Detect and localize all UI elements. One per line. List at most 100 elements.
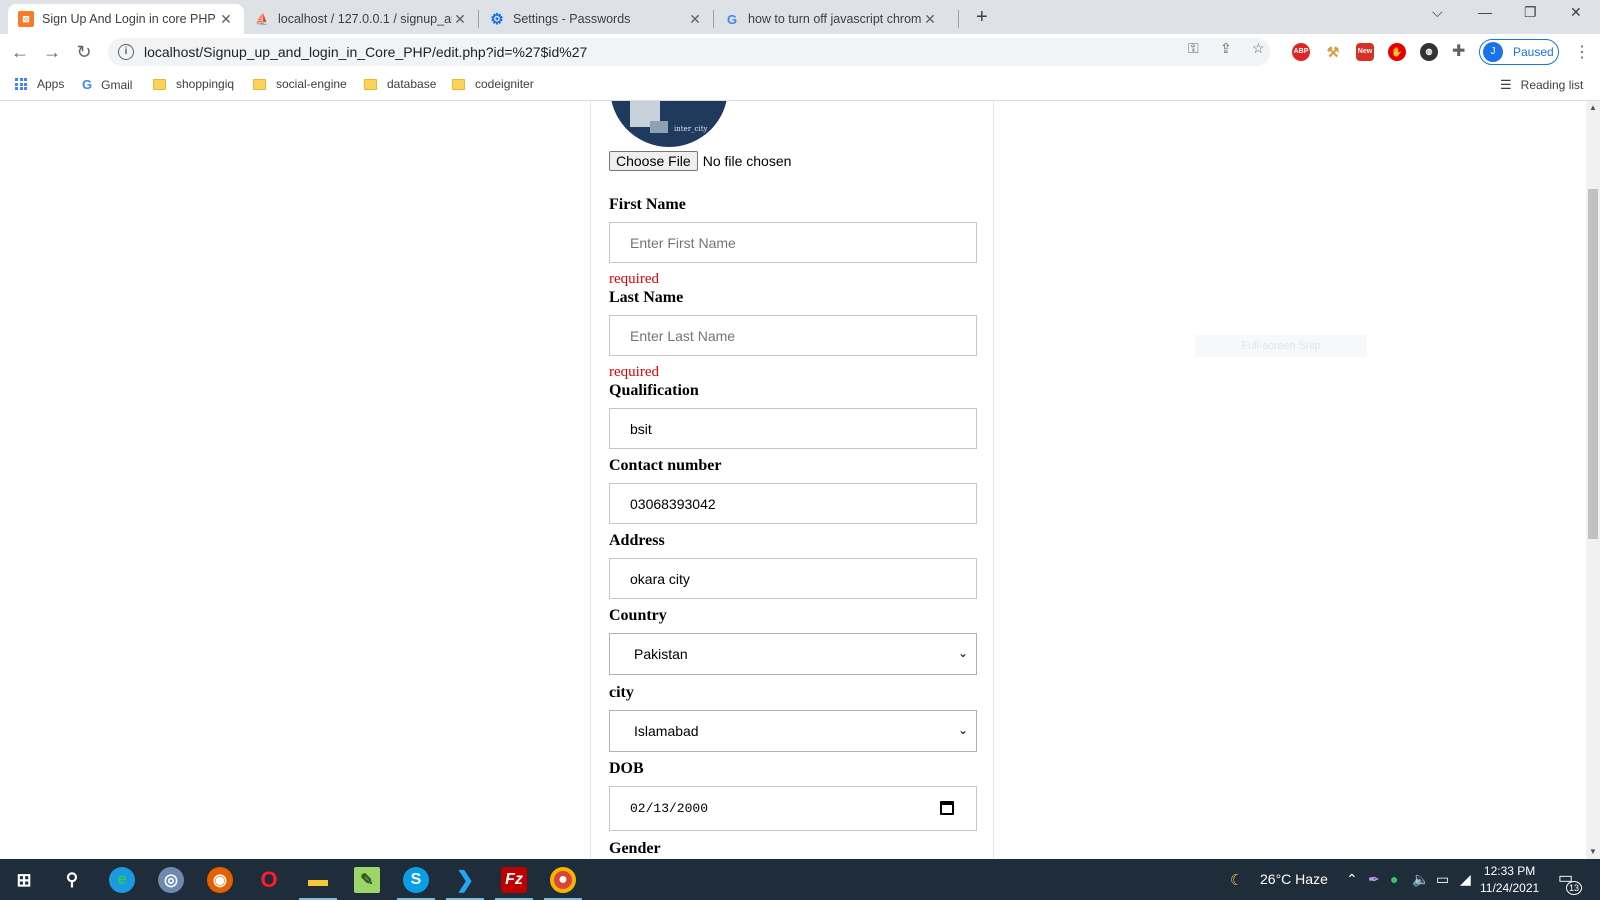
stop-extension-icon[interactable]: ✋ [1388, 43, 1406, 61]
scroll-thumb[interactable] [1588, 189, 1598, 539]
calendar-icon[interactable] [940, 801, 954, 815]
tab-signup-login[interactable]: ⊠ Sign Up And Login in core PHP ✕ [8, 4, 244, 34]
wifi-icon[interactable]: ◢ [1460, 871, 1471, 888]
choose-file-button[interactable]: Choose File [609, 151, 698, 171]
address-label: Address [609, 532, 665, 549]
reading-list-icon: ☰ [1500, 77, 1512, 92]
tab-phpmyadmin[interactable]: ⛵ localhost / 127.0.0.1 / signup_and ✕ [244, 4, 478, 34]
url-text: localhost/Signup_up_and_login_in_Core_PH… [144, 44, 588, 60]
date-text: 11/24/2021 [1480, 881, 1540, 895]
contact-input[interactable]: 03068393042 [609, 483, 977, 524]
chevron-up-icon[interactable]: ⌃ [1346, 871, 1358, 888]
menu-icon[interactable]: ⋮ [1574, 42, 1590, 62]
adblock-plus-icon[interactable]: ABP [1292, 43, 1310, 61]
tab-google-search[interactable]: G how to turn off javascript chrome ✕ [714, 4, 948, 34]
filezilla-icon[interactable]: Fz [501, 867, 527, 893]
new-extension-icon[interactable]: New [1356, 43, 1374, 61]
profile-status: Paused [1513, 45, 1554, 59]
close-icon[interactable]: ✕ [922, 11, 938, 28]
tab-search-icon[interactable]: ⌵ [1432, 4, 1443, 21]
phpmyadmin-icon: ⛵ [255, 13, 269, 26]
globe-icon[interactable]: ◎ [158, 867, 184, 893]
address-bar[interactable]: i localhost/Signup_up_and_login_in_Core_… [108, 38, 1270, 66]
scroll-up-icon[interactable]: ▲ [1589, 103, 1597, 112]
browser-toolbar: ← → ↻ i localhost/Signup_up_and_login_in… [0, 34, 1600, 70]
notification-count: 13 [1566, 881, 1582, 895]
pen-icon[interactable]: ✒ [1368, 871, 1380, 888]
bookmark-codeigniter[interactable]: codeigniter [452, 77, 534, 91]
file-explorer-icon[interactable]: ▬ [305, 867, 331, 893]
info-icon[interactable]: i [118, 44, 134, 60]
notepad-plus-icon[interactable]: ✎ [354, 867, 380, 893]
bookmark-shoppingiq[interactable]: shoppingiq [153, 77, 234, 91]
country-value: Pakistan [634, 646, 688, 662]
last-name-input[interactable]: Enter Last Name [609, 315, 977, 356]
qualification-input[interactable]: bsit [609, 408, 977, 449]
firefox-icon[interactable]: ◉ [207, 867, 233, 893]
bookmark-label: codeigniter [475, 77, 534, 91]
first-name-label: First Name [609, 196, 686, 213]
new-tab-button[interactable]: + [976, 6, 988, 29]
minimize-button[interactable]: — [1478, 4, 1492, 20]
reading-list-button[interactable]: ☰ Reading list [1500, 77, 1583, 93]
snip-overlay: Full-screen Snip [1195, 335, 1367, 357]
skype-icon[interactable]: S [403, 867, 429, 893]
bookmarks-bar: Apps G Gmail shoppingiq social-engine da… [0, 70, 1600, 101]
restore-button[interactable]: ❐ [1524, 4, 1537, 21]
close-icon[interactable]: ✕ [452, 11, 468, 28]
country-select[interactable]: Pakistan ⌄ [609, 633, 977, 675]
contact-label: Contact number [609, 457, 722, 474]
folder-icon [253, 78, 266, 90]
reload-button[interactable]: ↻ [72, 40, 96, 64]
close-icon[interactable]: ✕ [218, 11, 234, 28]
tab-separator [958, 10, 959, 28]
tab-title: localhost / 127.0.0.1 / signup_and [278, 12, 452, 26]
city-label: city [609, 684, 634, 701]
dob-input[interactable]: 02/13/2000 [609, 786, 977, 831]
bookmark-gmail[interactable]: G Gmail [82, 77, 132, 92]
bookmark-database[interactable]: database [364, 77, 436, 91]
puzzle-icon[interactable]: ✚ [1452, 41, 1465, 61]
scroll-down-icon[interactable]: ▼ [1589, 847, 1597, 856]
close-window-button[interactable]: ✕ [1570, 4, 1582, 21]
scrollbar[interactable]: ▲ ▼ [1586, 101, 1600, 859]
vscode-icon[interactable]: ❯ [452, 867, 478, 893]
star-icon[interactable]: ☆ [1252, 40, 1265, 57]
bookmark-social-engine[interactable]: social-engine [253, 77, 347, 91]
first-name-input[interactable]: Enter First Name [609, 222, 977, 263]
forward-button[interactable]: → [40, 40, 64, 64]
windows-taskbar: ⊞ ⚲ e ◎ ◉ O ▬ ✎ S ❯ Fz ● ☾ 26°C Haze ⌃ ✒… [0, 859, 1600, 900]
tab-strip: ⊠ Sign Up And Login in core PHP ✕ ⛵ loca… [0, 0, 1600, 34]
city-select[interactable]: Islamabad ⌄ [609, 710, 977, 752]
address-input[interactable]: okara city [609, 558, 977, 599]
profile-button[interactable]: J Paused [1479, 39, 1559, 65]
opera-icon[interactable]: O [256, 867, 282, 893]
key-icon[interactable]: ⚿ [1188, 40, 1199, 57]
search-icon[interactable]: ⚲ [59, 867, 85, 893]
xampp-icon: ⊠ [18, 11, 34, 27]
tab-settings-passwords[interactable]: ⚙ Settings - Passwords ✕ [479, 4, 713, 34]
share-icon[interactable]: ⇪ [1220, 40, 1232, 57]
weather-text[interactable]: 26°C Haze [1260, 871, 1328, 887]
last-name-error: required [609, 364, 659, 380]
google-icon: G [726, 11, 738, 27]
edge-icon[interactable]: e [109, 867, 135, 893]
tab-title: Sign Up And Login in core PHP [42, 12, 216, 26]
battery-icon[interactable]: ▭ [1436, 871, 1449, 888]
back-button[interactable]: ← [8, 40, 32, 64]
time-text: 12:33 PM [1483, 864, 1536, 878]
page-content: inter_city Choose File No file chosen Fi… [0, 101, 1586, 859]
bookmark-apps[interactable]: Apps [15, 77, 64, 91]
windows-start-icon[interactable]: ⊞ [11, 867, 37, 893]
security-icon[interactable]: ● [1390, 871, 1398, 887]
dob-label: DOB [609, 760, 644, 777]
chrome-icon[interactable]: ● [550, 867, 576, 893]
volume-icon[interactable]: 🔈 [1412, 871, 1429, 888]
last-name-label: Last Name [609, 289, 684, 306]
close-icon[interactable]: ✕ [687, 11, 703, 28]
wappalyzer-icon[interactable]: ◍ [1420, 43, 1438, 61]
file-input[interactable]: Choose File No file chosen [609, 151, 791, 171]
clock[interactable]: 12:33 PM 11/24/2021 [1480, 863, 1539, 897]
dob-value: 02/13/2000 [630, 801, 709, 816]
hammer-extension-icon[interactable]: ⚒ [1324, 43, 1342, 61]
